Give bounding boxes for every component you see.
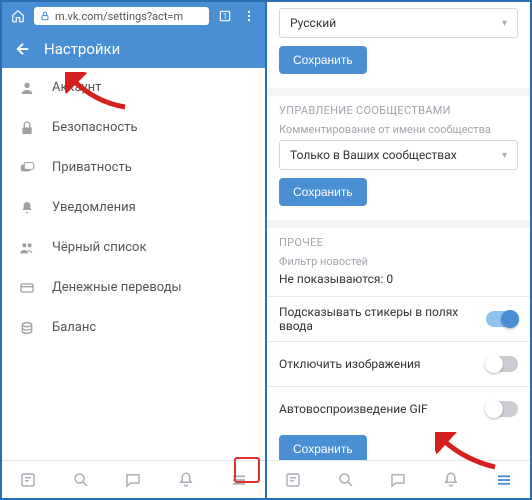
- toggle-switch[interactable]: [486, 311, 518, 327]
- sidebar-item-security[interactable]: Безопасность: [2, 108, 265, 148]
- back-icon[interactable]: [14, 40, 32, 58]
- nav-notifications-icon[interactable]: [176, 470, 196, 490]
- sidebar-item-label: Баланс: [52, 320, 96, 335]
- comment-label: Комментирование от имени сообщества: [279, 123, 518, 136]
- settings-list: Аккаунт Безопасность Приватность Уведомл…: [2, 68, 265, 460]
- toggle-switch[interactable]: [486, 401, 518, 417]
- save-button[interactable]: Сохранить: [279, 435, 367, 460]
- toggle-switch[interactable]: [486, 356, 518, 372]
- address-bar[interactable]: m.vk.com/settings?act=m: [34, 7, 209, 25]
- lock-icon: [40, 11, 50, 21]
- page-title: Настройки: [44, 40, 120, 58]
- card-icon: [18, 280, 36, 296]
- nav-notifications-icon[interactable]: [441, 470, 461, 490]
- sidebar-item-label: Безопасность: [52, 120, 138, 135]
- chevron-down-icon: ▾: [502, 18, 507, 29]
- nav-messages-icon[interactable]: [388, 470, 408, 490]
- sidebar-item-notifications[interactable]: Уведомления: [2, 188, 265, 228]
- bottom-nav: [2, 460, 265, 498]
- language-value: Русский: [290, 16, 336, 30]
- url-text: m.vk.com/settings?act=m: [55, 10, 183, 23]
- section-communities: УПРАВЛЕНИЕ СООБЩЕСТВАМИ: [279, 104, 518, 117]
- section-other: ПРОЧЕЕ: [279, 236, 518, 249]
- filter-label: Фильтр новостей: [279, 255, 518, 268]
- sidebar-item-label: Аккаунт: [52, 80, 101, 95]
- sidebar-item-balance[interactable]: Баланс: [2, 308, 265, 348]
- user-icon: [18, 80, 36, 96]
- nav-menu-icon[interactable]: [229, 470, 249, 490]
- language-select[interactable]: Русский ▾: [279, 8, 518, 38]
- sidebar-item-label: Чёрный список: [52, 240, 146, 255]
- comment-select[interactable]: Только в Ваших сообществах ▾: [279, 140, 518, 170]
- blacklist-icon: [18, 240, 36, 256]
- toggle-images-row[interactable]: Отключить изображения: [279, 346, 518, 382]
- tabs-icon[interactable]: 1: [217, 8, 233, 24]
- sidebar-item-privacy[interactable]: Приватность: [2, 148, 265, 188]
- nav-news-icon[interactable]: [18, 470, 38, 490]
- toggle-label: Подсказывать стикеры в полях ввода: [279, 305, 486, 333]
- sidebar-item-label: Приватность: [52, 160, 132, 175]
- save-button[interactable]: Сохранить: [279, 178, 367, 206]
- nav-menu-icon[interactable]: [494, 470, 514, 490]
- nav-messages-icon[interactable]: [123, 470, 143, 490]
- home-icon[interactable]: [10, 8, 26, 24]
- sidebar-item-blacklist[interactable]: Чёрный список: [2, 228, 265, 268]
- comment-value: Только в Ваших сообществах: [290, 148, 457, 162]
- sidebar-item-label: Денежные переводы: [52, 280, 182, 295]
- chevron-down-icon: ▾: [502, 150, 507, 161]
- toggle-label: Отключить изображения: [279, 357, 486, 371]
- more-icon[interactable]: [241, 8, 257, 24]
- nav-news-icon[interactable]: [283, 470, 303, 490]
- toggle-gif-row[interactable]: Автовоспроизведение GIF: [279, 391, 518, 427]
- bell-icon: [18, 200, 36, 216]
- sidebar-item-label: Уведомления: [52, 200, 136, 215]
- coins-icon: [18, 320, 36, 336]
- privacy-icon: [18, 160, 36, 176]
- toggle-stickers-row[interactable]: Подсказывать стикеры в полях ввода: [279, 301, 518, 337]
- nav-search-icon[interactable]: [336, 470, 356, 490]
- sidebar-item-account[interactable]: Аккаунт: [2, 68, 265, 108]
- filter-value[interactable]: Не показываются: 0: [279, 272, 518, 286]
- toggle-label: Автовоспроизведение GIF: [279, 402, 486, 416]
- lock-icon: [18, 120, 36, 136]
- nav-search-icon[interactable]: [71, 470, 91, 490]
- sidebar-item-payments[interactable]: Денежные переводы: [2, 268, 265, 308]
- bottom-nav: [267, 460, 530, 498]
- save-button[interactable]: Сохранить: [279, 46, 367, 74]
